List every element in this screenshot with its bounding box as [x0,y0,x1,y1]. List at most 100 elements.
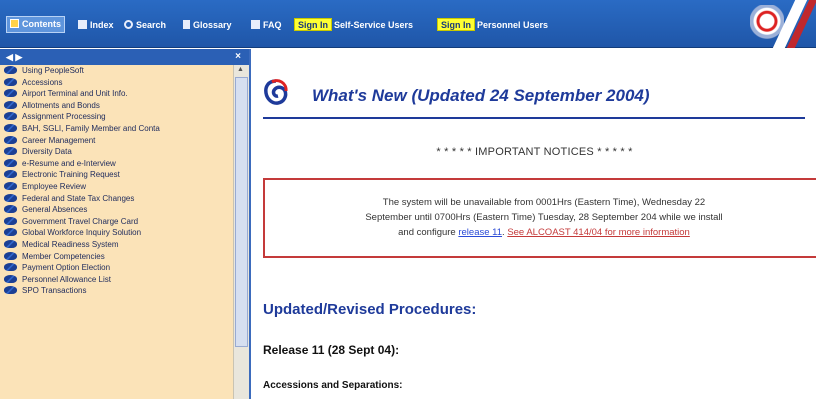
updated-procedures-heading: Updated/Revised Procedures: [263,301,477,318]
sidebar-item[interactable]: Using PeopleSoft [0,65,233,77]
sidebar-item-label: Global Workforce Inquiry Solution [22,228,142,238]
personnel-users-link[interactable]: Personnel Users [477,18,548,32]
contents-label: Contents [22,19,61,29]
book-icon [4,193,17,202]
sidebar-item[interactable]: Personnel Allowance List [0,274,233,286]
faq-tab[interactable]: FAQ [251,18,282,32]
notice-line-3: and configure release 11. See ALCOAST 41… [398,227,690,238]
sidebar-item[interactable]: Member Competencies [0,251,233,263]
book-icon [4,239,17,248]
notice-box: The system will be unavailable from 0001… [263,178,816,258]
sidebar-item-label: Using PeopleSoft [22,66,84,75]
table-of-contents: Using PeopleSoft Accessions Airport Termin… [0,65,233,399]
sidebar-item-label: Accessions [22,77,63,87]
book-icon [4,66,17,74]
book-icon [4,286,17,295]
peoplesoft-logo-icon [264,79,288,105]
title-divider [263,117,805,119]
scroll-up-arrow-icon[interactable]: ▲ [237,66,244,73]
sidebar-item[interactable]: BAH, SGLI, Family Member and Conta [0,123,233,135]
index-icon [78,20,87,29]
book-icon [4,228,17,237]
book-icon [4,170,17,179]
main-content: What's New (Updated 24 September 2004) *… [253,49,816,399]
sidebar-item-label: Government Travel Charge Card [22,216,139,226]
book-icon [4,181,17,190]
faq-label: FAQ [263,20,282,30]
book-icon [4,135,17,144]
sidebar-item-label: Career Management [22,135,96,145]
release-11-link[interactable]: release 11 [458,227,502,238]
sidebar-item[interactable]: SPO Transactions [0,285,233,297]
sidebar-item[interactable]: e-Resume and e-Interview [0,158,233,170]
sidebar-item[interactable]: Payment Option Election [0,262,233,274]
book-icon [4,77,17,86]
notice-line-3-text: and configure [398,227,456,238]
search-label: Search [136,20,167,30]
glossary-icon [183,20,190,29]
book-icon [4,205,17,214]
sidebar-item[interactable]: Assignment Processing [0,111,233,123]
sidebar-item-label: Allotments and Bonds [22,100,100,110]
sidebar-nav-arrows[interactable]: ◀ ▶ [6,49,22,65]
book-icon [4,100,17,109]
faq-icon [251,20,260,29]
page-title: What's New (Updated 24 September 2004) [312,86,650,105]
sidebar-item[interactable]: Government Travel Charge Card [0,216,233,228]
sidebar-item[interactable]: Allotments and Bonds [0,100,233,112]
release-heading: Release 11 (28 Sept 04): [263,343,400,357]
accessions-heading: Accessions and Separations: [263,380,403,391]
personnel-sign-in-button[interactable]: Sign In [437,18,475,31]
sidebar-item[interactable]: Federal and State Tax Changes [0,193,233,205]
contents-tab[interactable]: Contents [6,16,65,33]
search-icon [124,20,133,29]
sidebar-item-label: General Absences [22,205,88,215]
sidebar-item[interactable]: Electronic Training Request [0,169,233,181]
sidebar-item-label: BAH, SGLI, Family Member and Conta [22,123,160,133]
sidebar-item-label: Airport Terminal and Unit Info. [22,89,128,99]
sidebar-item-label: Employee Review [22,181,87,191]
sidebar-item-label: SPO Transactions [22,286,87,296]
sidebar-item-label: Electronic Training Request [22,170,120,180]
book-icon [4,263,17,272]
sidebar-item-label: e-Resume and e-Interview [22,158,116,168]
book-icon [4,216,17,225]
important-notices-heading: * * * * * IMPORTANT NOTICES * * * * * [436,146,633,158]
glossary-tab[interactable]: Glossary [183,18,232,32]
index-tab[interactable]: Index [78,18,114,32]
sidebar-item[interactable]: General Absences [0,204,233,216]
notice-line-2: September until 0700Hrs (Eastern Time) T… [365,212,723,223]
sidebar-item[interactable]: Career Management [0,135,233,147]
self-service-sign-in-button[interactable]: Sign In [294,18,332,31]
sidebar-item-label: Diversity Data [22,147,72,157]
notice-line-1: The system will be unavailable from 0001… [382,197,706,208]
sidebar-item[interactable]: Medical Readiness System [0,239,233,251]
book-icon [4,158,17,167]
sidebar: ◀ ▶ × Using PeopleSoft Accessions Airport … [0,49,251,399]
sidebar-item[interactable]: Global Workforce Inquiry Solution [0,227,233,239]
sidebar-close-button[interactable]: × [235,49,241,65]
top-toolbar: Contents Index Search Glossary FAQ Sign … [0,0,816,48]
sidebar-item[interactable]: Diversity Data [0,146,233,158]
sidebar-item-label: Medical Readiness System [22,239,119,249]
sidebar-scrollbar[interactable]: ▲ [233,65,249,399]
sidebar-item-label: Payment Option Election [22,263,111,273]
book-icon [4,251,17,260]
sidebar-item-label: Federal and State Tax Changes [22,193,135,203]
sidebar-item-label: Member Competencies [22,251,105,261]
sidebar-item[interactable]: Accessions [0,77,233,89]
sidebar-item[interactable]: Employee Review [0,181,233,193]
search-tab[interactable]: Search [124,18,166,32]
book-icon [4,123,17,132]
alcoast-link[interactable]: See ALCOAST 414/04 for more information [507,227,690,238]
book-icon [4,112,17,121]
glossary-label: Glossary [193,20,232,30]
self-service-users-link[interactable]: Self-Service Users [334,18,413,32]
index-label: Index [90,20,114,30]
sidebar-item-label: Personnel Allowance List [22,274,111,284]
sidebar-item-label: Assignment Processing [22,112,106,122]
sidebar-header: ◀ ▶ × [0,49,249,65]
book-icon [4,89,17,98]
scrollbar-thumb[interactable] [235,77,248,347]
sidebar-item[interactable]: Airport Terminal and Unit Info. [0,88,233,100]
